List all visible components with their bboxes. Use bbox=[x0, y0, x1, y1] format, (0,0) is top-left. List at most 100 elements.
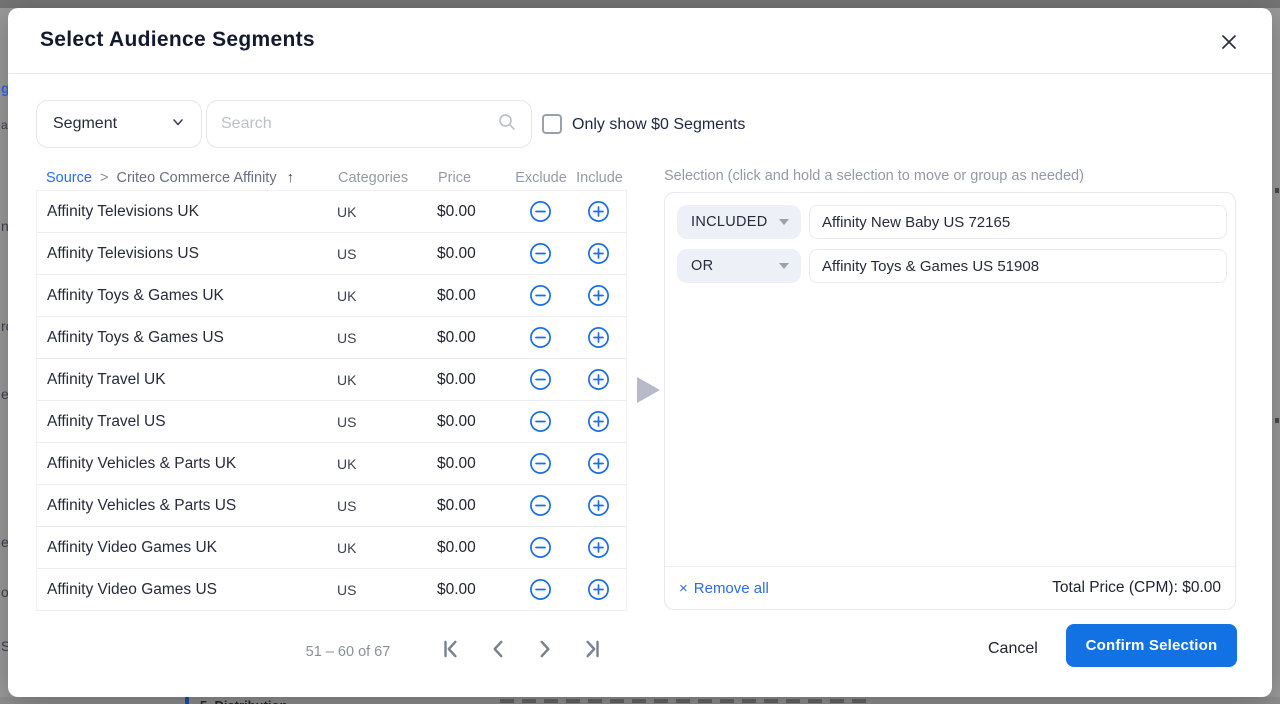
background-artifact bbox=[1275, 418, 1279, 423]
segment-type-value: Segment bbox=[53, 115, 171, 133]
operator-value: INCLUDED bbox=[691, 214, 779, 230]
exclude-button[interactable] bbox=[528, 410, 552, 434]
segment-name: Affinity Travel US bbox=[37, 413, 337, 431]
background-page-topbar bbox=[0, 0, 1280, 8]
exclude-button[interactable] bbox=[528, 326, 552, 350]
segments-table: Affinity Televisions UK UK $0.00 bbox=[36, 190, 627, 611]
exclude-button[interactable] bbox=[528, 200, 552, 224]
plus-circle-icon bbox=[587, 337, 610, 352]
background-accent-bar bbox=[185, 697, 189, 704]
minus-circle-icon bbox=[529, 295, 552, 310]
triangle-right-icon[interactable] bbox=[637, 377, 660, 403]
background-text-fragment: S bbox=[1, 638, 8, 654]
operator-value: OR bbox=[691, 258, 779, 274]
pagination-range: 51 – 60 of 67 bbox=[303, 644, 393, 660]
segment-price: $0.00 bbox=[437, 413, 509, 431]
chevron-down-icon bbox=[779, 219, 789, 225]
plus-circle-icon bbox=[587, 253, 610, 268]
chevron-down-icon bbox=[779, 263, 789, 269]
search-input[interactable] bbox=[221, 115, 497, 133]
segment-price: $0.00 bbox=[437, 539, 509, 557]
selection-panel-footer: × Remove all Total Price (CPM): $0.00 bbox=[665, 566, 1235, 609]
background-text-fragment: ro bbox=[1, 318, 8, 334]
remove-all-button[interactable]: × Remove all bbox=[679, 580, 769, 597]
background-text-fragment: g bbox=[1, 80, 8, 96]
exclude-button[interactable] bbox=[528, 452, 552, 476]
close-x-icon bbox=[1220, 39, 1238, 54]
search-field bbox=[206, 100, 532, 148]
include-button[interactable] bbox=[587, 536, 611, 560]
minus-circle-icon bbox=[529, 547, 552, 562]
plus-circle-icon bbox=[587, 463, 610, 478]
breadcrumb-source-link[interactable]: Source bbox=[46, 170, 92, 186]
operator-dropdown[interactable]: INCLUDED bbox=[677, 205, 801, 239]
cancel-button[interactable]: Cancel bbox=[988, 640, 1038, 658]
magnifier-icon bbox=[497, 112, 517, 137]
breadcrumb-separator: > bbox=[100, 170, 108, 186]
selected-segment-name: Affinity Toys & Games US 51908 bbox=[809, 249, 1227, 283]
include-button[interactable] bbox=[587, 494, 611, 518]
background-text-fragment: o bbox=[1, 584, 8, 600]
background-text-fragment: e bbox=[1, 386, 8, 402]
include-button[interactable] bbox=[587, 578, 611, 602]
segment-name: Affinity Televisions UK bbox=[37, 203, 337, 221]
remove-all-label: Remove all bbox=[694, 580, 769, 597]
minus-circle-icon bbox=[529, 253, 552, 268]
segment-category: UK bbox=[337, 540, 437, 556]
segment-row: Affinity Televisions US US $0.00 bbox=[37, 233, 626, 275]
breadcrumb-current: Criteo Commerce Affinity bbox=[116, 170, 276, 186]
include-button[interactable] bbox=[587, 200, 611, 224]
plus-circle-icon bbox=[587, 211, 610, 226]
exclude-button[interactable] bbox=[528, 284, 552, 308]
segment-price: $0.00 bbox=[437, 203, 509, 221]
next-page-button[interactable] bbox=[534, 638, 556, 662]
plus-circle-icon bbox=[587, 421, 610, 436]
selected-segment-name: Affinity New Baby US 72165 bbox=[809, 205, 1227, 239]
include-button[interactable] bbox=[587, 452, 611, 476]
background-text-fragment: n bbox=[1, 218, 8, 234]
exclude-button[interactable] bbox=[528, 242, 552, 266]
include-button[interactable] bbox=[587, 242, 611, 266]
segment-category: UK bbox=[337, 288, 437, 304]
exclude-button[interactable] bbox=[528, 494, 552, 518]
operator-dropdown[interactable]: OR bbox=[677, 249, 801, 283]
segment-type-dropdown[interactable]: Segment bbox=[36, 100, 202, 148]
background-artifact bbox=[1275, 188, 1279, 193]
first-page-button[interactable] bbox=[440, 638, 462, 662]
minus-circle-icon bbox=[529, 211, 552, 226]
include-button[interactable] bbox=[587, 284, 611, 308]
segment-price: $0.00 bbox=[437, 287, 509, 305]
background-page-bottom: 5. Distribution bbox=[0, 697, 1280, 704]
close-button[interactable] bbox=[1218, 32, 1240, 54]
exclude-button[interactable] bbox=[528, 536, 552, 560]
selection-panel: INCLUDED Affinity New Baby US 72165 OR A… bbox=[664, 192, 1236, 610]
segment-row: Affinity Video Games UK UK $0.00 bbox=[37, 527, 626, 569]
selection-item[interactable]: OR Affinity Toys & Games US 51908 bbox=[677, 249, 1227, 283]
last-page-button[interactable] bbox=[581, 638, 603, 662]
column-header-categories: Categories bbox=[338, 170, 438, 186]
exclude-button[interactable] bbox=[528, 368, 552, 392]
segment-category: US bbox=[337, 246, 437, 262]
previous-page-button[interactable] bbox=[487, 638, 509, 662]
first-page-icon bbox=[440, 648, 462, 663]
segment-name: Affinity Video Games UK bbox=[37, 539, 337, 557]
include-button[interactable] bbox=[587, 410, 611, 434]
sort-ascending-icon[interactable]: ↑ bbox=[287, 170, 294, 186]
exclude-button[interactable] bbox=[528, 578, 552, 602]
only-zero-segments-label: Only show $0 Segments bbox=[572, 116, 745, 134]
segment-row: Affinity Televisions UK UK $0.00 bbox=[37, 191, 626, 233]
include-button[interactable] bbox=[587, 326, 611, 350]
segment-category: US bbox=[337, 414, 437, 430]
segment-category: UK bbox=[337, 372, 437, 388]
dialog-header: Select Audience Segments bbox=[8, 8, 1272, 74]
confirm-selection-button[interactable]: Confirm Selection bbox=[1066, 624, 1237, 667]
selection-item[interactable]: INCLUDED Affinity New Baby US 72165 bbox=[677, 205, 1227, 239]
include-button[interactable] bbox=[587, 368, 611, 392]
only-zero-segments-checkbox[interactable] bbox=[542, 114, 562, 134]
breadcrumb: Source > Criteo Commerce Affinity ↑ bbox=[36, 170, 338, 186]
chevron-down-icon bbox=[171, 115, 185, 134]
plus-circle-icon bbox=[587, 547, 610, 562]
segment-category: US bbox=[337, 330, 437, 346]
segment-row: Affinity Travel UK UK $0.00 bbox=[37, 359, 626, 401]
segment-row: Affinity Toys & Games US US $0.00 bbox=[37, 317, 626, 359]
